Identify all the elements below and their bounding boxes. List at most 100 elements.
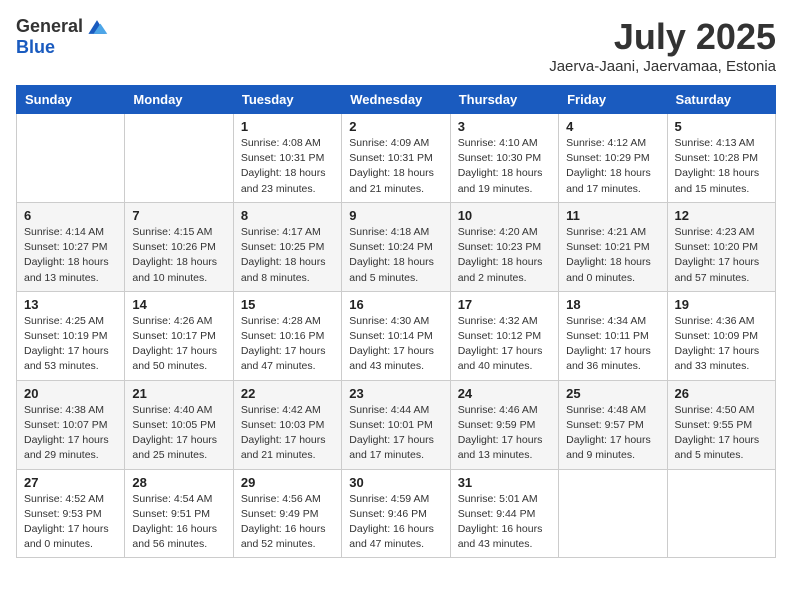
calendar-cell: 15Sunrise: 4:28 AM Sunset: 10:16 PM Dayl… xyxy=(233,291,341,380)
weekday-header-monday: Monday xyxy=(125,86,233,114)
day-number: 11 xyxy=(566,208,659,223)
day-number: 6 xyxy=(24,208,117,223)
day-info: Sunrise: 4:50 AM Sunset: 9:55 PM Dayligh… xyxy=(675,403,768,464)
calendar-week-row: 1Sunrise: 4:08 AM Sunset: 10:31 PM Dayli… xyxy=(17,114,776,203)
day-number: 24 xyxy=(458,386,551,401)
calendar-cell xyxy=(17,114,125,203)
day-info: Sunrise: 4:20 AM Sunset: 10:23 PM Daylig… xyxy=(458,225,551,286)
day-number: 18 xyxy=(566,297,659,312)
day-info: Sunrise: 4:15 AM Sunset: 10:26 PM Daylig… xyxy=(132,225,225,286)
calendar-week-row: 27 Sunrise: 4:52 AM Sunset: 9:53 PM Dayli… xyxy=(17,469,776,558)
day-number: 16 xyxy=(349,297,442,312)
calendar-cell: 2 Sunrise: 4:09 AM Sunset: 10:31 PM Dayli… xyxy=(342,114,450,203)
calendar-cell: 14 Sunrise: 4:26 AM Sunset: 10:17 PM Dayl… xyxy=(125,291,233,380)
calendar-cell xyxy=(125,114,233,203)
calendar-cell: 1Sunrise: 4:08 AM Sunset: 10:31 PM Dayli… xyxy=(233,114,341,203)
day-info: Sunrise: 4:23 AM Sunset: 10:20 PM Daylig… xyxy=(675,225,768,286)
day-info: Sunrise: 4:34 AM Sunset: 10:11 PM Daylig… xyxy=(566,314,659,375)
weekday-header-wednesday: Wednesday xyxy=(342,86,450,114)
day-info: Sunrise: 4:12 AM Sunset: 10:29 PM Daylig… xyxy=(566,136,659,197)
calendar-cell: 9 Sunrise: 4:18 AM Sunset: 10:24 PM Dayli… xyxy=(342,202,450,291)
day-info: Sunrise: 4:13 AM Sunset: 10:28 PM Daylig… xyxy=(675,136,768,197)
calendar-week-row: 13 Sunrise: 4:25 AM Sunset: 10:19 PM Dayl… xyxy=(17,291,776,380)
calendar-cell: 3 Sunrise: 4:10 AM Sunset: 10:30 PM Dayli… xyxy=(450,114,558,203)
calendar-cell: 13 Sunrise: 4:25 AM Sunset: 10:19 PM Dayl… xyxy=(17,291,125,380)
day-number: 5 xyxy=(675,119,768,134)
calendar-table: SundayMondayTuesdayWednesdayThursdayFrid… xyxy=(16,85,776,558)
day-info: Sunrise: 4:09 AM Sunset: 10:31 PM Daylig… xyxy=(349,136,442,197)
calendar-cell: 28 Sunrise: 4:54 AM Sunset: 9:51 PM Dayli… xyxy=(125,469,233,558)
calendar-cell: 4 Sunrise: 4:12 AM Sunset: 10:29 PM Dayli… xyxy=(559,114,667,203)
day-info: Sunrise: 4:30 AM Sunset: 10:14 PM Daylig… xyxy=(349,314,442,375)
day-info: Sunrise: 4:25 AM Sunset: 10:19 PM Daylig… xyxy=(24,314,117,375)
day-number: 25 xyxy=(566,386,659,401)
day-number: 21 xyxy=(132,386,225,401)
day-info: Sunrise: 4:17 AM Sunset: 10:25 PM Daylig… xyxy=(241,225,334,286)
month-title: July 2025 xyxy=(549,16,776,58)
day-number: 20 xyxy=(24,386,117,401)
calendar-cell: 25 Sunrise: 4:48 AM Sunset: 9:57 PM Dayli… xyxy=(559,380,667,469)
calendar-cell: 7Sunrise: 4:15 AM Sunset: 10:26 PM Dayli… xyxy=(125,202,233,291)
location-title: Jaerva-Jaani, Jaervamaa, Estonia xyxy=(549,58,776,75)
calendar-cell: 6Sunrise: 4:14 AM Sunset: 10:27 PM Dayli… xyxy=(17,202,125,291)
day-number: 13 xyxy=(24,297,117,312)
calendar-cell: 16 Sunrise: 4:30 AM Sunset: 10:14 PM Dayl… xyxy=(342,291,450,380)
weekday-header-row: SundayMondayTuesdayWednesdayThursdayFrid… xyxy=(17,86,776,114)
day-number: 27 xyxy=(24,475,117,490)
day-number: 15 xyxy=(241,297,334,312)
day-info: Sunrise: 4:48 AM Sunset: 9:57 PM Dayligh… xyxy=(566,403,659,464)
page-header: General Blue July 2025 Jaerva-Jaani, Jae… xyxy=(16,16,776,75)
day-info: Sunrise: 4:08 AM Sunset: 10:31 PM Daylig… xyxy=(241,136,334,197)
calendar-cell: 26 Sunrise: 4:50 AM Sunset: 9:55 PM Dayli… xyxy=(667,380,775,469)
calendar-week-row: 6Sunrise: 4:14 AM Sunset: 10:27 PM Dayli… xyxy=(17,202,776,291)
calendar-cell: 5 Sunrise: 4:13 AM Sunset: 10:28 PM Dayli… xyxy=(667,114,775,203)
logo-general-text: General xyxy=(16,16,83,37)
day-number: 2 xyxy=(349,119,442,134)
day-number: 4 xyxy=(566,119,659,134)
calendar-week-row: 20Sunrise: 4:38 AM Sunset: 10:07 PM Dayl… xyxy=(17,380,776,469)
day-number: 8 xyxy=(241,208,334,223)
calendar-cell: 11 Sunrise: 4:21 AM Sunset: 10:21 PM Dayl… xyxy=(559,202,667,291)
day-info: Sunrise: 4:54 AM Sunset: 9:51 PM Dayligh… xyxy=(132,492,225,553)
day-info: Sunrise: 4:18 AM Sunset: 10:24 PM Daylig… xyxy=(349,225,442,286)
calendar-cell: 12Sunrise: 4:23 AM Sunset: 10:20 PM Dayl… xyxy=(667,202,775,291)
day-number: 19 xyxy=(675,297,768,312)
logo: General Blue xyxy=(16,16,109,58)
day-info: Sunrise: 5:01 AM Sunset: 9:44 PM Dayligh… xyxy=(458,492,551,553)
day-info: Sunrise: 4:42 AM Sunset: 10:03 PM Daylig… xyxy=(241,403,334,464)
logo-blue-text: Blue xyxy=(16,37,55,58)
day-info: Sunrise: 4:26 AM Sunset: 10:17 PM Daylig… xyxy=(132,314,225,375)
calendar-cell: 19 Sunrise: 4:36 AM Sunset: 10:09 PM Dayl… xyxy=(667,291,775,380)
calendar-cell: 18 Sunrise: 4:34 AM Sunset: 10:11 PM Dayl… xyxy=(559,291,667,380)
title-area: July 2025 Jaerva-Jaani, Jaervamaa, Eston… xyxy=(549,16,776,75)
day-number: 9 xyxy=(349,208,442,223)
day-number: 14 xyxy=(132,297,225,312)
calendar-cell: 23 Sunrise: 4:44 AM Sunset: 10:01 PM Dayl… xyxy=(342,380,450,469)
calendar-cell: 27 Sunrise: 4:52 AM Sunset: 9:53 PM Dayli… xyxy=(17,469,125,558)
calendar-cell: 17 Sunrise: 4:32 AM Sunset: 10:12 PM Dayl… xyxy=(450,291,558,380)
calendar-cell xyxy=(667,469,775,558)
day-number: 31 xyxy=(458,475,551,490)
day-info: Sunrise: 4:32 AM Sunset: 10:12 PM Daylig… xyxy=(458,314,551,375)
calendar-cell: 8 Sunrise: 4:17 AM Sunset: 10:25 PM Dayli… xyxy=(233,202,341,291)
weekday-header-thursday: Thursday xyxy=(450,86,558,114)
day-info: Sunrise: 4:59 AM Sunset: 9:46 PM Dayligh… xyxy=(349,492,442,553)
day-number: 26 xyxy=(675,386,768,401)
calendar-cell: 21 Sunrise: 4:40 AM Sunset: 10:05 PM Dayl… xyxy=(125,380,233,469)
day-info: Sunrise: 4:21 AM Sunset: 10:21 PM Daylig… xyxy=(566,225,659,286)
calendar-cell: 31 Sunrise: 5:01 AM Sunset: 9:44 PM Dayli… xyxy=(450,469,558,558)
day-info: Sunrise: 4:52 AM Sunset: 9:53 PM Dayligh… xyxy=(24,492,117,553)
calendar-cell: 30Sunrise: 4:59 AM Sunset: 9:46 PM Dayli… xyxy=(342,469,450,558)
weekday-header-sunday: Sunday xyxy=(17,86,125,114)
day-info: Sunrise: 4:10 AM Sunset: 10:30 PM Daylig… xyxy=(458,136,551,197)
day-number: 17 xyxy=(458,297,551,312)
day-number: 10 xyxy=(458,208,551,223)
day-info: Sunrise: 4:40 AM Sunset: 10:05 PM Daylig… xyxy=(132,403,225,464)
day-info: Sunrise: 4:44 AM Sunset: 10:01 PM Daylig… xyxy=(349,403,442,464)
logo-icon xyxy=(85,18,109,36)
day-info: Sunrise: 4:36 AM Sunset: 10:09 PM Daylig… xyxy=(675,314,768,375)
day-number: 23 xyxy=(349,386,442,401)
calendar-cell xyxy=(559,469,667,558)
day-number: 3 xyxy=(458,119,551,134)
day-number: 28 xyxy=(132,475,225,490)
